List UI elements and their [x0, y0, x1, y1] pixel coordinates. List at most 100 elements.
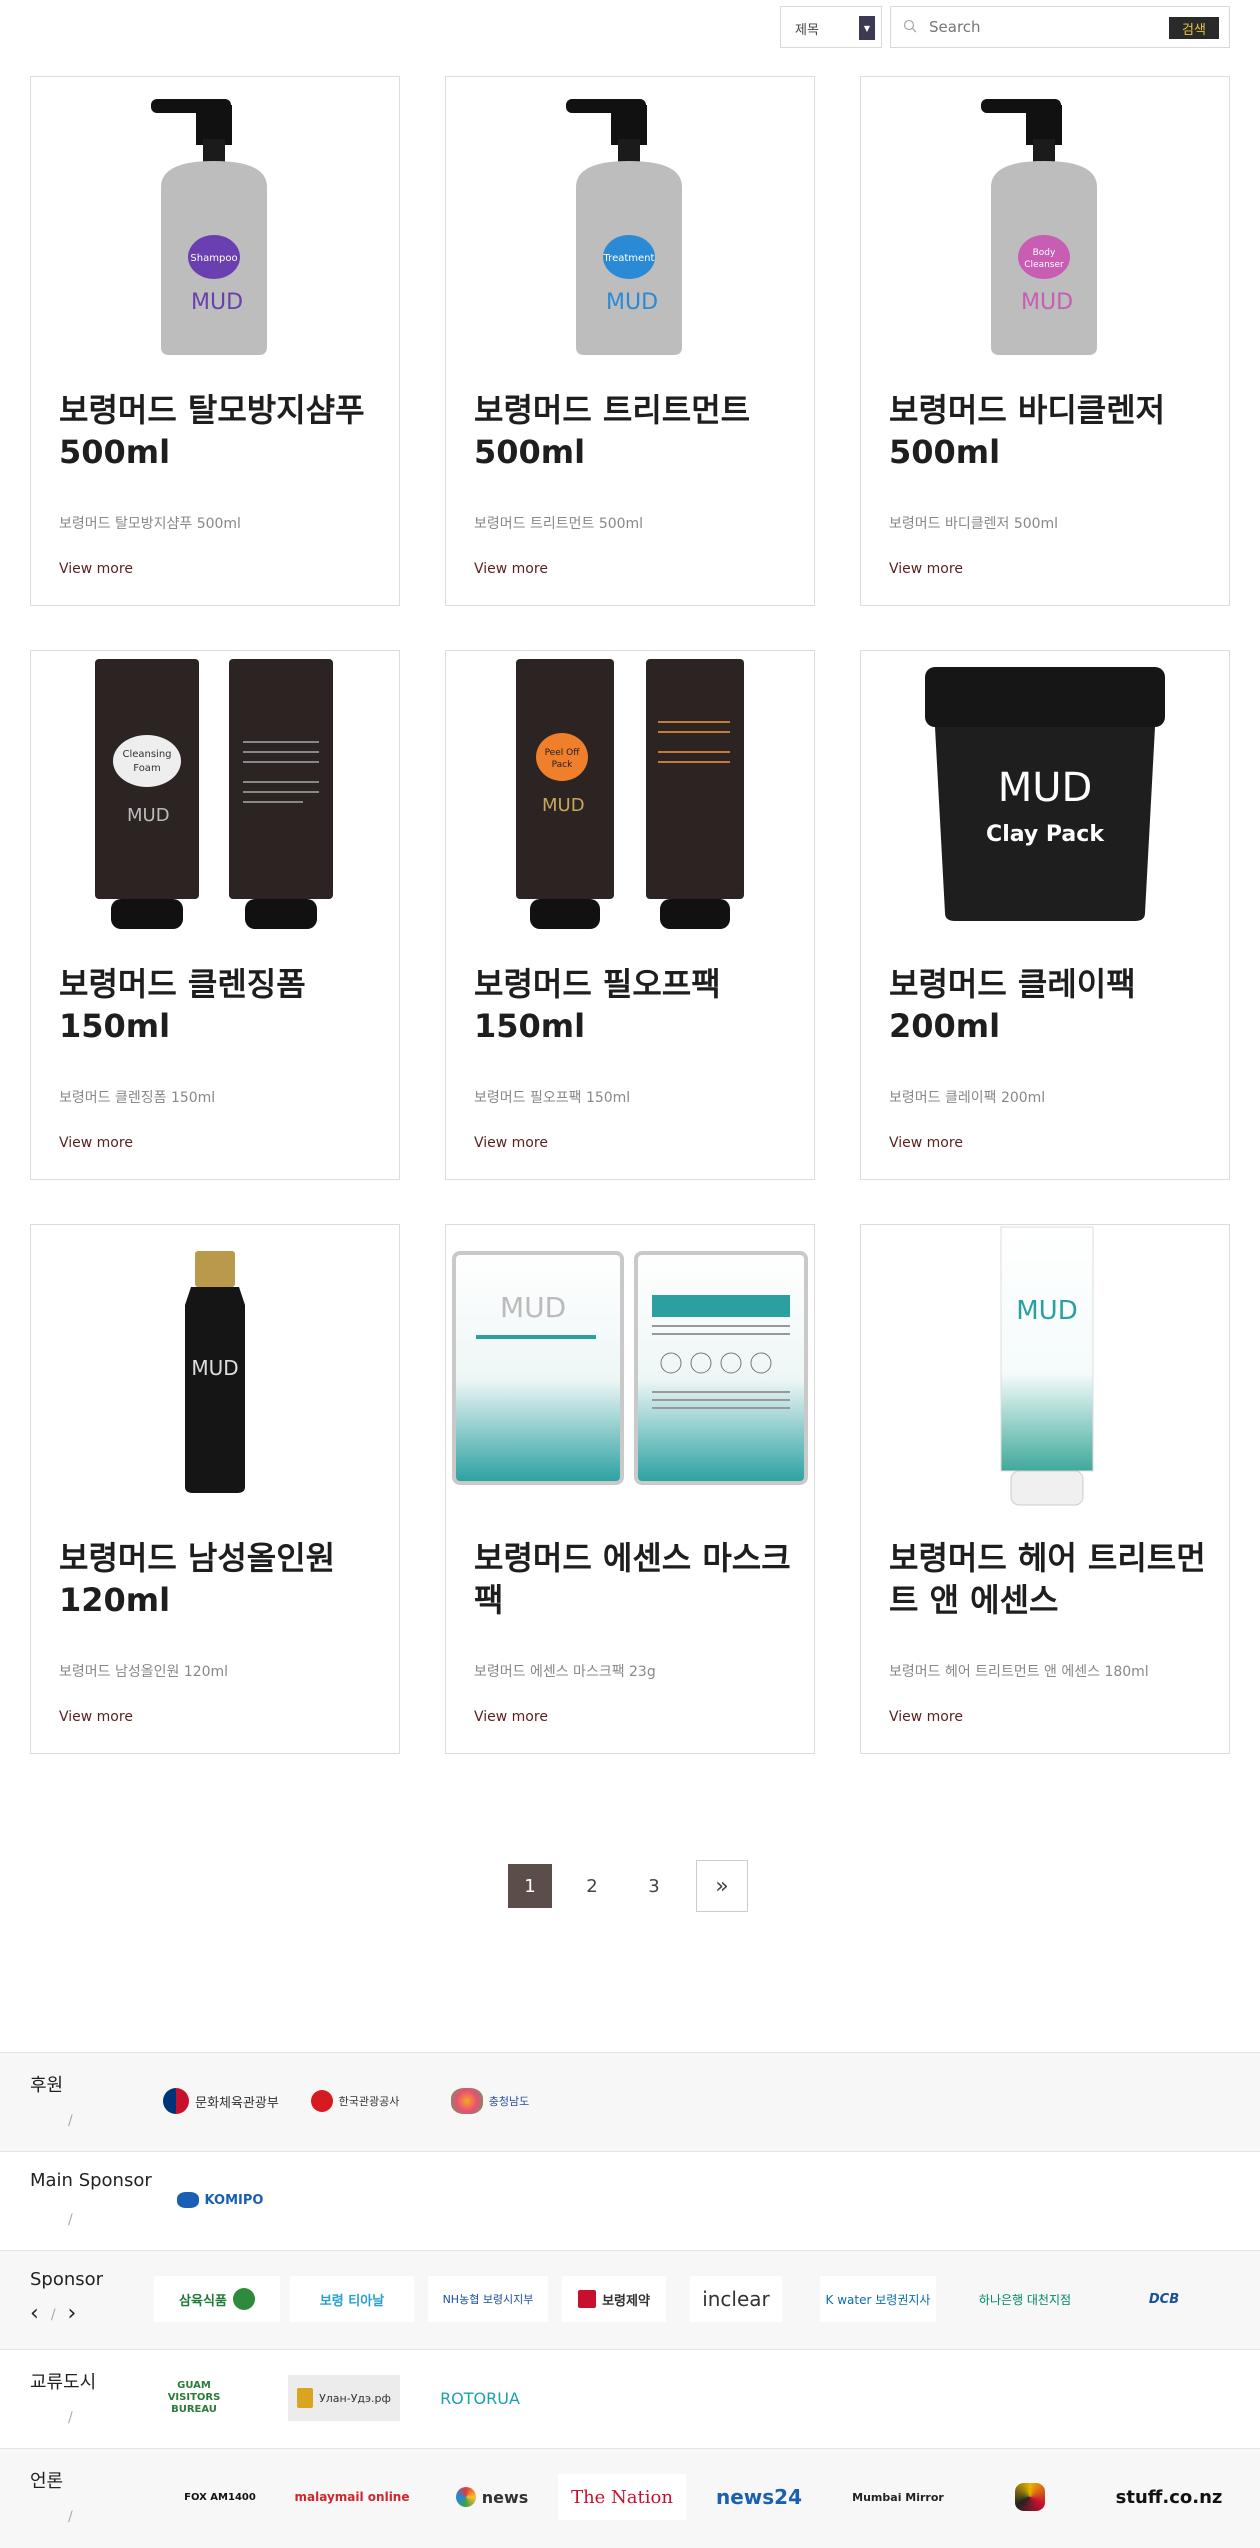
- product-title: 보령머드 헤어 트리트먼트 앤 에센스: [889, 1539, 1206, 1619]
- view-more-link[interactable]: View more: [889, 561, 963, 577]
- logo-mumbai-mirror[interactable]: Mumbai Mirror: [850, 2474, 946, 2520]
- row-label: 교류도시: [30, 2372, 97, 2393]
- logo-sahmyook[interactable]: 삼육식품: [154, 2276, 280, 2322]
- view-more-link[interactable]: View more: [59, 1709, 133, 1725]
- logo-text: FOX AM1400: [184, 2491, 256, 2503]
- svg-text:MUD: MUD: [606, 290, 658, 315]
- product-title: 보령머드 탈모방지샴푸 500ml: [59, 391, 365, 471]
- product-card[interactable]: MUD 보령머드 에센스 마스크팩 보령머드 에센스 마스크팩 23g View…: [445, 1224, 815, 1754]
- logo-text: stuff.co.nz: [1115, 2486, 1223, 2508]
- logo-text: 문화체육관광부: [195, 2095, 279, 2111]
- page-3-button[interactable]: 3: [632, 1864, 676, 1908]
- logo-malaymail[interactable]: malaymail online: [295, 2474, 410, 2520]
- logo-ulan-ude[interactable]: Улан-Удэ.рф: [288, 2375, 400, 2421]
- chevron-down-icon[interactable]: ▼: [859, 16, 875, 40]
- chevron-left-icon[interactable]: ‹: [30, 2301, 39, 2326]
- logo-kwater[interactable]: K water 보령권지사: [820, 2276, 936, 2322]
- peel-off-pack-tube-image: Peel Off Pack MUD: [516, 659, 744, 929]
- svg-text:MUD: MUD: [191, 290, 243, 315]
- page-2-button[interactable]: 2: [570, 1864, 614, 1908]
- svg-text:MUD: MUD: [1016, 1296, 1077, 1326]
- pagination: 1 2 3 »: [508, 1860, 748, 1912]
- search-button[interactable]: 검색: [1169, 17, 1219, 39]
- chevron-right-icon[interactable]: ›: [68, 2301, 77, 2326]
- product-title: 보령머드 남성올인원 120ml: [59, 1539, 336, 1619]
- view-more-link[interactable]: View more: [474, 561, 548, 577]
- product-card[interactable]: Peel Off Pack MUD 보령머드 필오프팩 150ml 보령머드 필…: [445, 650, 815, 1180]
- product-card[interactable]: MUD 보령머드 헤어 트리트먼트 앤 에센스 보령머드 헤어 트리트먼트 앤 …: [860, 1224, 1230, 1754]
- view-more-link[interactable]: View more: [59, 1135, 133, 1151]
- svg-text:Treatment: Treatment: [603, 253, 655, 264]
- product-desc: 보령머드 에센스 마스크팩 23g: [474, 1664, 656, 1680]
- product-title: 보령머드 필오프팩 150ml: [474, 965, 721, 1045]
- sahmyook-icon: [232, 2288, 255, 2310]
- slash-divider: /: [50, 2307, 56, 2323]
- logo-fox[interactable]: FOX AM1400: [180, 2474, 260, 2520]
- view-more-link[interactable]: View more: [59, 561, 133, 577]
- logo-hana[interactable]: 하나은행 대천지점: [960, 2276, 1090, 2322]
- product-desc: 보령머드 클레이팩 200ml: [889, 1090, 1046, 1106]
- taegeuk-icon: [163, 2088, 190, 2114]
- slash-divider: /: [68, 2410, 73, 2426]
- logo-kto[interactable]: 한국관광공사: [300, 2078, 410, 2124]
- logo-media-emblem[interactable]: [1010, 2474, 1050, 2520]
- sponsor-row-sponsor: Sponsor ‹ / › 삼육식품 보령 티아날 NH농협 보령시지부 보령제…: [0, 2250, 1260, 2349]
- logo-text: NH농협 보령시지부: [442, 2293, 534, 2306]
- logo-boryung-pharm[interactable]: 보령제약: [562, 2276, 666, 2322]
- product-title: 보령머드 에센스 마스크팩: [474, 1539, 791, 1619]
- logo-inclear[interactable]: inclear: [690, 2276, 782, 2322]
- svg-text:MUD: MUD: [191, 1356, 238, 1380]
- logo-komipo[interactable]: KOMIPO: [170, 2177, 270, 2223]
- svg-text:Peel Off: Peel Off: [545, 748, 581, 758]
- logo-text: 하나은행 대천지점: [978, 2292, 1072, 2307]
- search-box: 검색: [890, 6, 1230, 48]
- logo-news[interactable]: news: [450, 2474, 534, 2520]
- product-card[interactable]: Treatment MUD 보령머드 트리트먼트 500ml 보령머드 트리트먼…: [445, 76, 815, 606]
- logo-text: inclear: [702, 2287, 770, 2311]
- logo-text: 보령 티아날: [319, 2293, 385, 2309]
- view-more-link[interactable]: View more: [474, 1709, 548, 1725]
- product-card[interactable]: Body Cleanser MUD 보령머드 바디클렌저 500ml 보령머드 …: [860, 76, 1230, 606]
- kto-icon: [310, 2090, 333, 2112]
- page-1-button[interactable]: 1: [508, 1864, 552, 1908]
- slash-divider: /: [68, 2212, 73, 2228]
- view-more-link[interactable]: View more: [889, 1709, 963, 1725]
- svg-text:Clay Pack: Clay Pack: [986, 822, 1105, 847]
- logo-mcst[interactable]: 문화체육관광부: [156, 2078, 286, 2124]
- logo-boryeong-tiara[interactable]: 보령 티아날: [290, 2276, 414, 2322]
- logo-text: news24: [715, 2485, 802, 2509]
- logo-rotorua[interactable]: ROTORUA: [430, 2375, 530, 2421]
- product-title: 보령머드 클레이팩 200ml: [889, 965, 1136, 1045]
- logo-stuff[interactable]: stuff.co.nz: [1116, 2474, 1223, 2520]
- treatment-bottle-image: Treatment MUD: [566, 99, 682, 355]
- emblem-icon: [1015, 2483, 1045, 2511]
- next-page-button[interactable]: »: [696, 1860, 748, 1912]
- row-label: Main Sponsor: [30, 2170, 152, 2191]
- search-input[interactable]: [929, 18, 1129, 36]
- body-cleanser-bottle-image: Body Cleanser MUD: [981, 99, 1097, 355]
- logo-guam[interactable]: GUAM VISITORS BUREAU: [152, 2375, 236, 2421]
- logo-the-nation[interactable]: The Nation: [558, 2474, 686, 2520]
- product-card[interactable]: MUD Clay Pack 보령머드 클레이팩 200ml 보령머드 클레이팩 …: [860, 650, 1230, 1180]
- logo-nh[interactable]: NH농협 보령시지부: [428, 2276, 548, 2322]
- logo-news24[interactable]: news24: [714, 2474, 804, 2520]
- slash-divider: /: [68, 2509, 73, 2525]
- product-card[interactable]: Shampoo MUD 보령머드 탈모방지샴푸 500ml 보령머드 탈모방지샴…: [30, 76, 400, 606]
- clay-pack-jar-image: MUD Clay Pack: [925, 667, 1165, 921]
- search-field-select[interactable]: 제목 ▼: [780, 6, 882, 48]
- sponsor-row-main: Main Sponsor / KOMIPO: [0, 2151, 1260, 2250]
- logo-text: GUAM VISITORS BUREAU: [167, 2380, 221, 2415]
- view-more-link[interactable]: View more: [889, 1135, 963, 1151]
- product-desc: 보령머드 탈모방지샴푸 500ml: [59, 516, 241, 532]
- mens-all-in-one-bottle-image: MUD: [185, 1251, 245, 1493]
- logo-dcb[interactable]: DCB: [1104, 2276, 1224, 2322]
- view-more-link[interactable]: View more: [474, 1135, 548, 1151]
- logo-chungnam[interactable]: 충청남도: [440, 2078, 540, 2124]
- row-label: 언론: [30, 2471, 64, 2492]
- product-card[interactable]: Cleansing Foam MUD 보령머드 클렌징폼 150ml 보령머드 …: [30, 650, 400, 1180]
- svg-text:MUD: MUD: [998, 765, 1093, 811]
- essence-mask-pack-image: MUD: [452, 1251, 808, 1485]
- svg-text:Shampoo: Shampoo: [190, 253, 237, 264]
- product-card[interactable]: MUD 보령머드 남성올인원 120ml 보령머드 남성올인원 120ml Vi…: [30, 1224, 400, 1754]
- svg-text:MUD: MUD: [500, 1291, 566, 1324]
